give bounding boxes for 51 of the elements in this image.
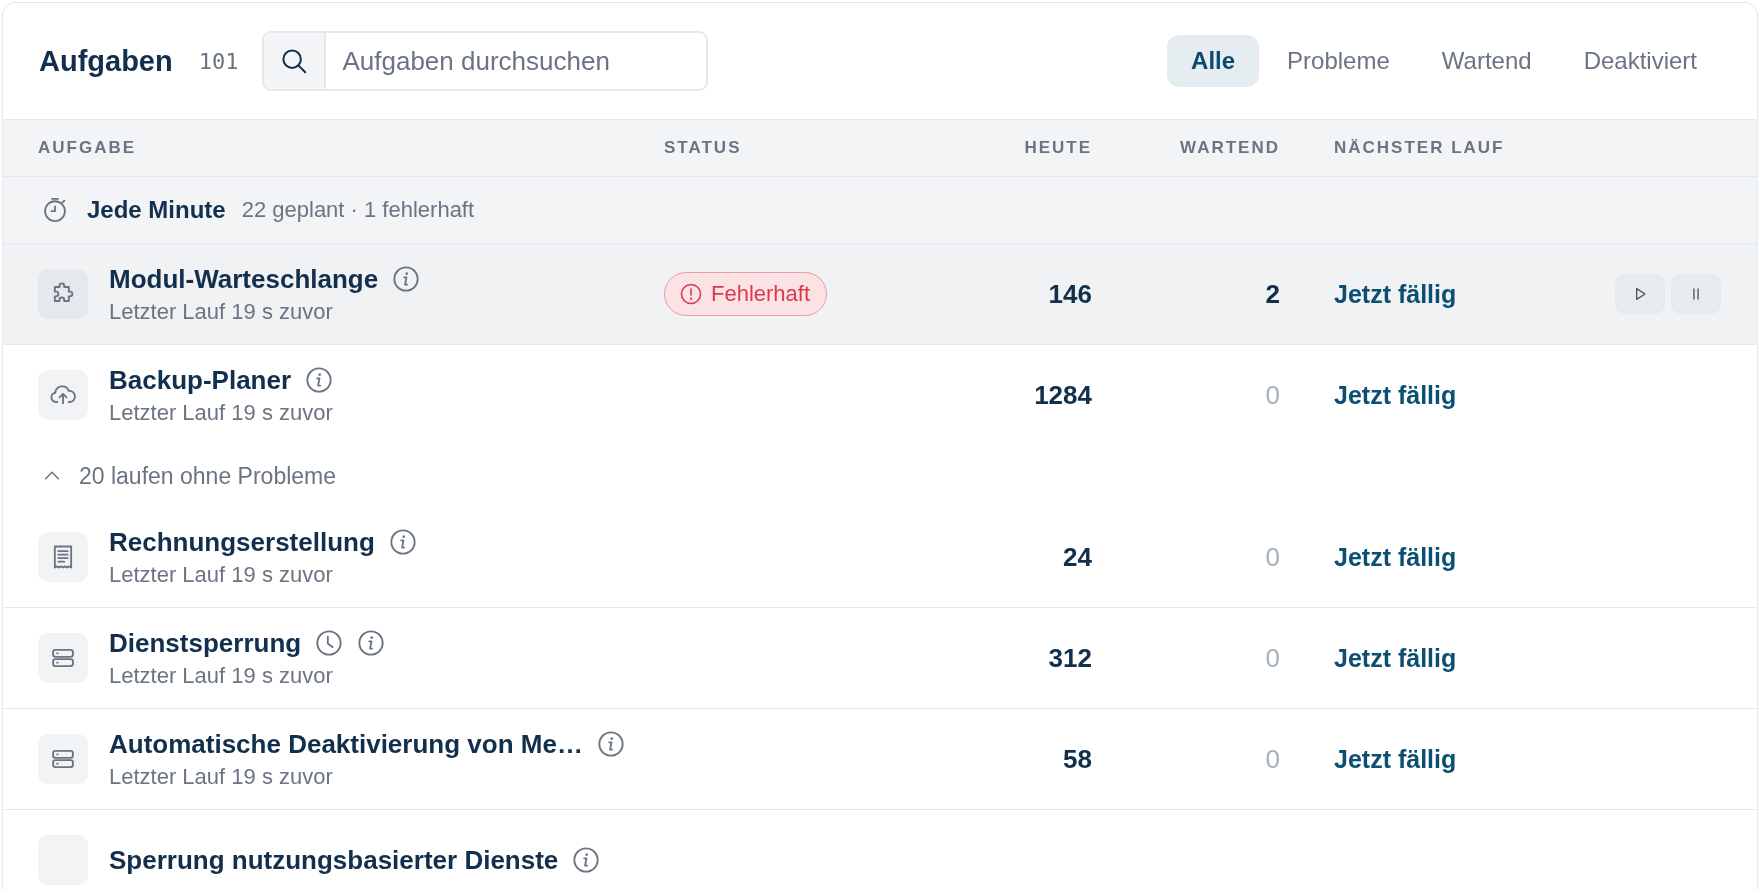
task-name: Modul-Warteschlange [109,263,379,295]
status-badge: Fehlerhaft [664,272,828,316]
next-run-link[interactable]: Jetzt fällig [1334,744,1457,773]
column-header: AUFGABE [38,138,137,157]
column-header: WARTEND [1180,138,1280,157]
info-icon[interactable] [392,265,421,293]
info-icon[interactable] [596,730,625,758]
waiting-count: 0 [1265,379,1280,410]
info-icon[interactable] [357,629,386,657]
last-run-text: Letzter Lauf 19 s zuvor [109,561,334,588]
info-icon[interactable] [305,366,334,394]
task-name: Automatische Deaktivierung von Me… [109,728,583,760]
filter-tab[interactable]: Probleme [1263,35,1414,87]
info-icon[interactable] [572,846,601,874]
waiting-count: 0 [1265,743,1280,774]
next-run-link[interactable]: Jetzt fällig [1334,643,1457,672]
filter-tab[interactable]: Deaktiviert [1559,35,1721,87]
task-name: Sperrung nutzungsbasierter Dienste [109,844,559,876]
filter-tab[interactable]: Alle [1167,35,1260,87]
next-run-link[interactable]: Jetzt fällig [1334,279,1457,308]
last-run-text: Letzter Lauf 19 s zuvor [109,763,334,790]
today-count: 146 [1048,278,1092,309]
last-run-text: Letzter Lauf 19 s zuvor [109,298,334,325]
filter-tab[interactable]: Wartend [1417,35,1556,87]
today-count: 24 [1063,541,1092,572]
next-run-link[interactable]: Jetzt fällig [1334,542,1457,571]
group-title: Jede Minute [87,196,226,224]
column-header: HEUTE [1024,138,1092,157]
waiting-count: 2 [1265,278,1280,309]
task-row[interactable]: Modul-Warteschlange Letzter Lauf 19 s zuvor Fehlerhaft 146 2 Jetzt fällig [3,243,1757,344]
stopwatch-icon [41,196,69,224]
task-name: Rechnungserstellung [109,526,375,558]
last-run-text: Letzter Lauf 19 s zuvor [109,662,334,689]
last-run-text: Letzter Lauf 19 s zuvor [109,399,334,426]
waiting-count: 0 [1265,642,1280,673]
page-title: Aufgaben [39,44,173,78]
info-icon[interactable] [388,528,417,556]
task-name: Dienstsperrung [109,627,302,659]
task-name: Backup-Planer [109,364,292,396]
search-field[interactable]: Aufgaben durchsuchen [262,31,709,91]
waiting-count: 0 [1265,541,1280,572]
today-count: 58 [1063,743,1092,774]
group-summary: 22 geplant · 1 fehlerhaft [241,197,475,223]
collapse-toggle[interactable]: 20 laufen ohne Probleme [41,462,337,490]
column-header: NÄCHSTER LAUF [1334,138,1505,157]
today-count: 1284 [1034,379,1092,410]
task-count: 101 [198,48,239,74]
column-header: STATUS [664,138,742,157]
next-run-link[interactable]: Jetzt fällig [1334,380,1457,409]
alert-icon [679,282,703,306]
today-count: 312 [1048,642,1092,673]
